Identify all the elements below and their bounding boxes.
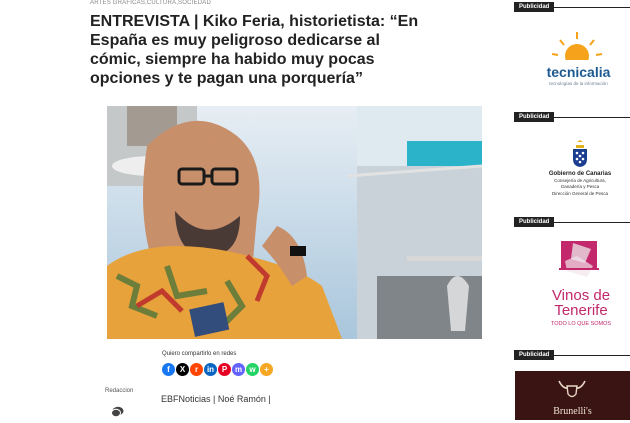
vinos-tenerife-slogan: TODO LO QUE SOMOS: [550, 321, 612, 327]
share-label: Quiero compartirlo en redes: [162, 351, 237, 357]
linkedin-icon[interactable]: in: [204, 363, 217, 376]
whatsapp-icon[interactable]: w: [246, 363, 259, 376]
ad-banner-vinos-tenerife[interactable]: Vinos de Tenerife TODO LO QUE SOMOS: [532, 237, 630, 337]
category-breadcrumb[interactable]: ARTES GRÁFICAS,CULTURA,SOCIEDAD: [90, 0, 211, 6]
vinos-tenerife-logo-icon: [559, 241, 599, 284]
gobierno-canarias-consejeria: Consejería de Agricultura,: [554, 178, 606, 183]
ad-block-4: Publicidad: [514, 350, 630, 360]
x-icon[interactable]: X: [176, 363, 189, 376]
ad-block-1: Publicidad: [514, 2, 630, 12]
more-icon[interactable]: +: [260, 363, 273, 376]
ad-label: Publicidad: [514, 217, 555, 227]
article-tags[interactable]: EBFNoticias | Noé Ramón |: [161, 394, 271, 404]
reddit-icon[interactable]: r: [190, 363, 203, 376]
vinos-tenerife-title-line2: Tenerife: [554, 302, 608, 319]
canarias-coat-of-arms-icon: [573, 140, 587, 167]
vinos-tenerife-title-line1: Vinos de: [551, 287, 611, 304]
bull-head-icon: [558, 380, 586, 398]
facebook-icon[interactable]: f: [162, 363, 175, 376]
tecnicalia-logo-text: tecnicalia: [546, 64, 611, 80]
gobierno-canarias-area: Ganadería y Pesca: [560, 184, 600, 189]
pinterest-icon[interactable]: P: [218, 363, 231, 376]
tecnicalia-tagline: tecnologías de la información: [549, 81, 608, 86]
mastodon-icon[interactable]: m: [232, 363, 245, 376]
gobierno-canarias-title: Gobierno de Canarias: [548, 171, 612, 177]
ad-banner-gobierno-canarias[interactable]: Gobierno de Canarias Consejería de Agric…: [530, 138, 630, 208]
ad-label: Publicidad: [514, 2, 555, 12]
article-photo: [107, 106, 482, 339]
ad-banner-tecnicalia[interactable]: tecnicalia tecnologías de la información: [527, 30, 630, 100]
ad-banner-brunellis[interactable]: Brunelli's: [515, 371, 630, 420]
article-title: ENTREVISTA | Kiko Feria, historietista: …: [90, 13, 419, 87]
gobierno-canarias-direccion: Dirección General de Pesca: [551, 191, 609, 196]
ad-label: Publicidad: [514, 350, 555, 360]
comment-icon[interactable]: [111, 405, 124, 423]
ad-block-3: Publicidad: [514, 217, 630, 227]
brunellis-logo-text: Brunelli's: [553, 406, 592, 417]
share-icon-row: f Xr in Pm w +: [162, 363, 273, 376]
ad-block-2: Publicidad: [514, 112, 630, 122]
author-label[interactable]: Redaccion: [105, 388, 133, 394]
ad-label: Publicidad: [514, 112, 555, 122]
